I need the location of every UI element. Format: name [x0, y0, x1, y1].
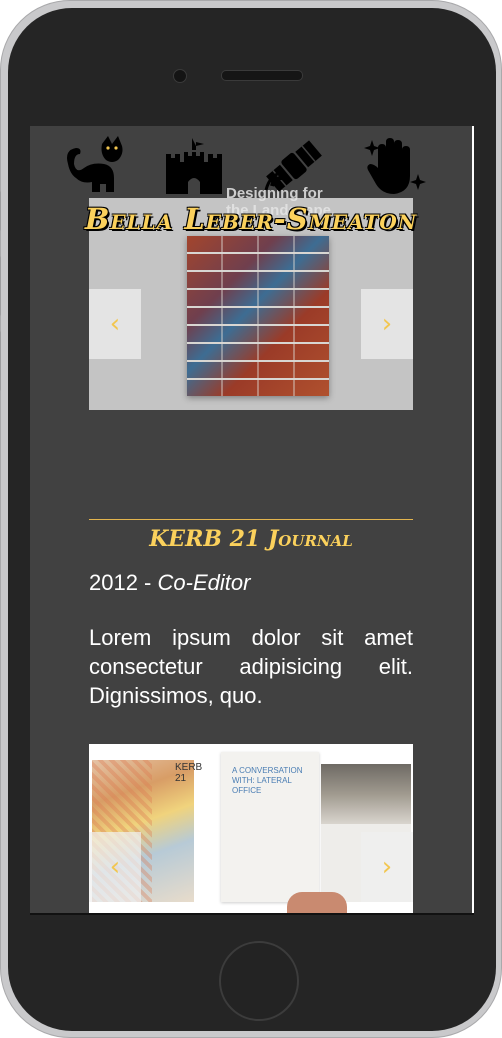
site-title[interactable]: Bella Leber-Smeaton: [30, 202, 472, 236]
book-cover-image: [187, 236, 329, 396]
spine-text: KERB 21: [175, 762, 202, 784]
cat-icon[interactable]: [62, 134, 126, 198]
satellite-icon[interactable]: [262, 134, 326, 198]
carousel-prev-button[interactable]: ‹: [89, 289, 141, 359]
hand-image: [287, 892, 347, 914]
image-carousel-bottom: KERB 21 A CONVERSATION WITH: LATERAL OFF…: [89, 744, 413, 914]
castle-icon[interactable]: [162, 134, 226, 198]
carousel-next-button-2[interactable]: ›: [361, 832, 413, 902]
project-year: 2012 -: [89, 570, 158, 595]
nav-icons: [30, 134, 472, 198]
section-divider: [89, 519, 413, 520]
volume-up-button: [0, 256, 1, 316]
carousel-prev-button-2[interactable]: ‹: [89, 832, 141, 902]
chevron-right-icon: ›: [381, 852, 393, 882]
front-camera: [173, 69, 187, 83]
project-description: Lorem ipsum dolor sit amet consectetur a…: [89, 625, 413, 708]
home-button[interactable]: [219, 941, 299, 1021]
chevron-left-icon: ‹: [109, 852, 121, 882]
screen: Designing for the Landscape. ‹ › Bella L…: [30, 126, 472, 914]
project-role: Co-Editor: [157, 570, 251, 595]
sparkle-hand-icon[interactable]: [362, 134, 426, 198]
volume-down-button: [0, 331, 1, 391]
screen-bottom-edge: [30, 913, 474, 915]
chevron-right-icon: ›: [381, 309, 393, 339]
magazine-photo: [321, 764, 411, 824]
screen-edge: [472, 126, 474, 914]
spread-heading: A CONVERSATION WITH: LATERAL OFFICE: [232, 766, 303, 795]
project-meta: 2012 - Co-Editor: [89, 570, 413, 596]
project-title: KERB 21 Journal: [149, 526, 353, 552]
mute-switch: [0, 191, 1, 231]
carousel-next-button[interactable]: ›: [361, 289, 413, 359]
earpiece-speaker: [221, 70, 303, 81]
chevron-left-icon: ‹: [109, 309, 121, 339]
